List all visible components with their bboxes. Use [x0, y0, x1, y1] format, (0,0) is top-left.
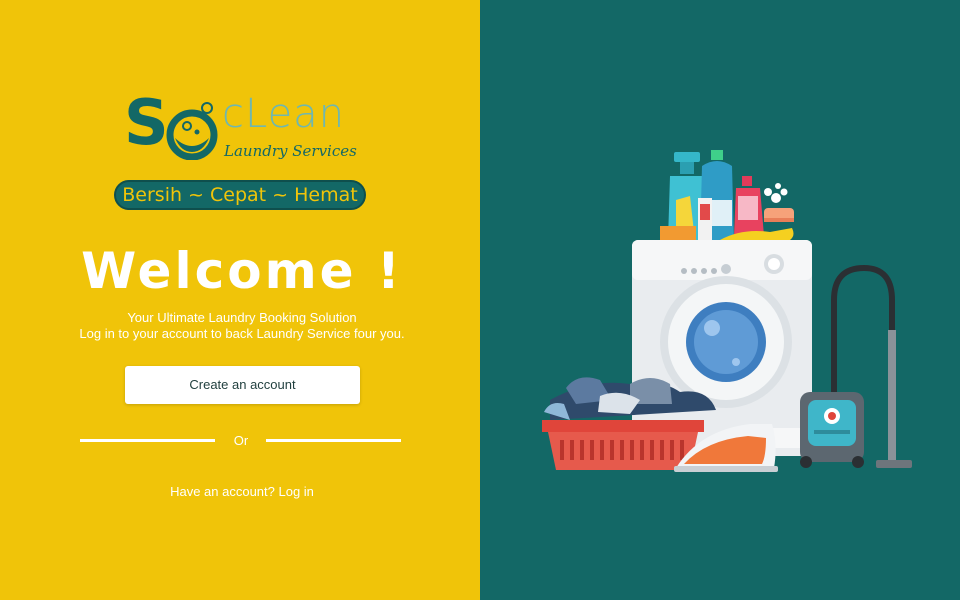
- welcome-panel: S cLean Laundry Services Bersih ~ Cepat …: [0, 0, 480, 600]
- divider-left: [80, 439, 215, 442]
- divider-right: [266, 439, 401, 442]
- soclean-logo: S cLean Laundry Services Bersih ~ Cepat …: [110, 88, 372, 216]
- vacuum-cleaner-icon: [800, 264, 912, 468]
- detergent-box-icon: [660, 226, 696, 240]
- logo-subtitle: Laundry Services: [224, 142, 357, 160]
- laundry-illustration: [542, 150, 912, 472]
- tagline-badge: Bersih ~ Cepat ~ Hemat: [114, 180, 366, 210]
- create-account-button[interactable]: Create an account: [125, 366, 360, 404]
- page-title: Welcome !: [81, 242, 403, 300]
- detergent-bottle-icon: [698, 150, 734, 242]
- logo-bubble-o-icon: [166, 102, 218, 160]
- divider-or-label: Or: [233, 433, 249, 448]
- soap-bottle-icon: [734, 176, 764, 236]
- subtitle-line-1: Your Ultimate Laundry Booking Solution: [127, 310, 357, 325]
- login-link[interactable]: Have an account? Log in: [0, 484, 484, 500]
- illustration-panel: [480, 0, 960, 600]
- bubbles-icon: [764, 183, 794, 222]
- logo-letter-s: S: [124, 86, 169, 159]
- subtitle-line-2: Log in to your account to back Laundry S…: [79, 326, 405, 341]
- logo-wordmark: cLean: [222, 91, 346, 137]
